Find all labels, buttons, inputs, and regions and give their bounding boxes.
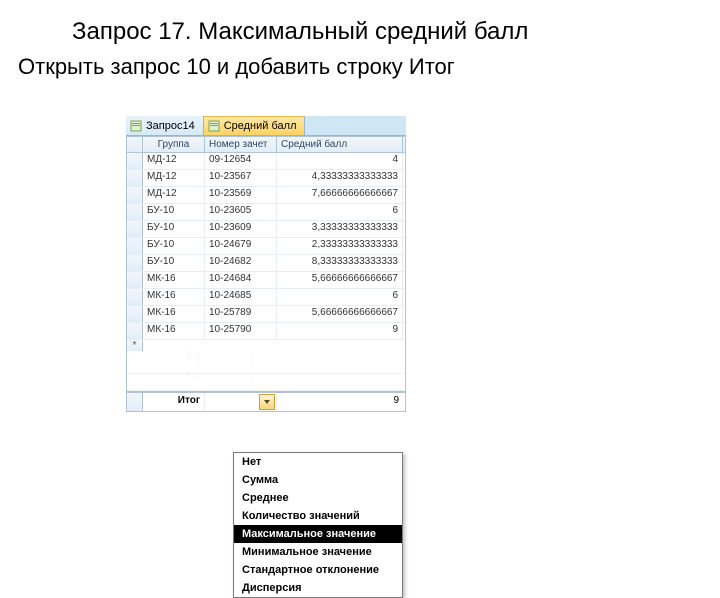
blank-rows: [127, 357, 405, 391]
row-selector[interactable]: [127, 238, 143, 254]
row-selector[interactable]: [127, 340, 143, 351]
table-row[interactable]: МК-1610-257895,66666666666667: [127, 306, 405, 323]
cell-record-no[interactable]: 10-25789: [205, 306, 277, 322]
column-header-group[interactable]: Группа: [143, 137, 205, 152]
cell-avg[interactable]: 4,33333333333333: [277, 170, 403, 186]
table-row[interactable]: БУ-1010-236093,33333333333333: [127, 221, 405, 238]
datasheet-grid: Группа Номер зачет Средний балл МД-1209-…: [126, 136, 406, 412]
cell-record-no[interactable]: 10-23567: [205, 170, 277, 186]
row-selector[interactable]: [127, 187, 143, 203]
tab-average-score[interactable]: Средний балл: [204, 116, 306, 135]
totals-aggregate-cell[interactable]: [205, 393, 277, 411]
cell-avg[interactable]: 5,66666666666667: [277, 272, 403, 288]
column-header-record-no[interactable]: Номер зачет: [205, 137, 277, 152]
cell-avg[interactable]: 2,33333333333333: [277, 238, 403, 254]
cell-avg[interactable]: 9: [277, 323, 403, 339]
totals-avg-value[interactable]: 9: [277, 393, 403, 411]
cell-record-no[interactable]: 10-23569: [205, 187, 277, 203]
cell-record-no[interactable]: 10-23609: [205, 221, 277, 237]
aggregate-option[interactable]: Сумма: [234, 471, 402, 489]
cell-record-no[interactable]: 10-24682: [205, 255, 277, 271]
aggregate-option[interactable]: Минимальное значение: [234, 543, 402, 561]
grid-header-row: Группа Номер зачет Средний балл: [127, 137, 405, 153]
table-row[interactable]: БУ-1010-246792,33333333333333: [127, 238, 405, 255]
tab-label: Запрос14: [146, 120, 195, 132]
row-selector[interactable]: [127, 204, 143, 220]
query-icon: [208, 120, 220, 132]
row-selector[interactable]: [127, 289, 143, 305]
datasheet-window: Запрос14 Средний балл Группа Номер зачет…: [126, 116, 406, 412]
row-selector[interactable]: [127, 170, 143, 186]
cell-group[interactable]: МД-12: [143, 153, 205, 169]
table-row[interactable]: МД-1210-235697,66666666666667: [127, 187, 405, 204]
table-row[interactable]: МК-1610-246845,66666666666667: [127, 272, 405, 289]
query-icon: [130, 120, 142, 132]
new-record-row[interactable]: [127, 340, 405, 357]
row-selector[interactable]: [127, 221, 143, 237]
cell-avg[interactable]: 6: [277, 204, 403, 220]
page-title: Запрос 17. Максимальный средний балл: [72, 18, 720, 46]
aggregate-option[interactable]: Нет: [234, 453, 402, 471]
row-selector[interactable]: [127, 153, 143, 169]
cell-record-no[interactable]: 10-25790: [205, 323, 277, 339]
cell-group[interactable]: МК-16: [143, 306, 205, 322]
cell-group[interactable]: МК-16: [143, 289, 205, 305]
cell-avg[interactable]: 3,33333333333333: [277, 221, 403, 237]
cell-record-no[interactable]: 10-23605: [205, 204, 277, 220]
cell-record-no[interactable]: 10-24685: [205, 289, 277, 305]
blank-row: [127, 357, 405, 374]
cell-group[interactable]: МК-16: [143, 323, 205, 339]
totals-row: Итог 9: [127, 391, 405, 411]
cell-group[interactable]: МД-12: [143, 187, 205, 203]
row-selector[interactable]: [127, 323, 143, 339]
aggregate-dropdown-menu[interactable]: НетСуммаСреднееКоличество значенийМаксим…: [233, 452, 403, 598]
cell-group[interactable]: БУ-10: [143, 255, 205, 271]
blank-row: [127, 374, 405, 391]
row-selector-header[interactable]: [127, 137, 143, 152]
cell-record-no[interactable]: 10-24684: [205, 272, 277, 288]
table-row[interactable]: БУ-1010-236056: [127, 204, 405, 221]
cell-group[interactable]: МД-12: [143, 170, 205, 186]
totals-label: Итог: [143, 393, 205, 411]
row-selector[interactable]: [127, 272, 143, 288]
aggregate-dropdown-button[interactable]: [259, 394, 275, 410]
aggregate-option[interactable]: Дисперсия: [234, 579, 402, 597]
cell-record-no[interactable]: 10-24679: [205, 238, 277, 254]
row-selector[interactable]: [127, 255, 143, 271]
row-selector[interactable]: [127, 306, 143, 322]
aggregate-option[interactable]: Стандартное отклонение: [234, 561, 402, 579]
table-row[interactable]: МД-1209-126544: [127, 153, 405, 170]
tab-label: Средний балл: [224, 120, 297, 132]
cell-record-no[interactable]: 09-12654: [205, 153, 277, 169]
cell-avg[interactable]: 5,66666666666667: [277, 306, 403, 322]
cell-group[interactable]: БУ-10: [143, 221, 205, 237]
cell-group[interactable]: БУ-10: [143, 238, 205, 254]
cell-avg[interactable]: 4: [277, 153, 403, 169]
cell-group[interactable]: МК-16: [143, 272, 205, 288]
table-row[interactable]: МД-1210-235674,33333333333333: [127, 170, 405, 187]
grid-body: МД-1209-126544МД-1210-235674,33333333333…: [127, 153, 405, 340]
cell-avg[interactable]: 8,33333333333333: [277, 255, 403, 271]
table-row[interactable]: МК-1610-246856: [127, 289, 405, 306]
row-selector[interactable]: [127, 393, 143, 411]
aggregate-option[interactable]: Максимальное значение: [234, 525, 402, 543]
column-header-avg[interactable]: Средний балл: [277, 137, 403, 152]
aggregate-option[interactable]: Среднее: [234, 489, 402, 507]
cell-avg[interactable]: 6: [277, 289, 403, 305]
cell-group[interactable]: БУ-10: [143, 204, 205, 220]
table-row[interactable]: МК-1610-257909: [127, 323, 405, 340]
tab-bar: Запрос14 Средний балл: [126, 116, 406, 136]
chevron-down-icon: [263, 398, 271, 406]
page-subtitle: Открыть запрос 10 и добавить строку Итог: [18, 54, 720, 80]
tab-query14[interactable]: Запрос14: [126, 116, 204, 135]
cell-avg[interactable]: 7,66666666666667: [277, 187, 403, 203]
aggregate-option[interactable]: Количество значений: [234, 507, 402, 525]
table-row[interactable]: БУ-1010-246828,33333333333333: [127, 255, 405, 272]
